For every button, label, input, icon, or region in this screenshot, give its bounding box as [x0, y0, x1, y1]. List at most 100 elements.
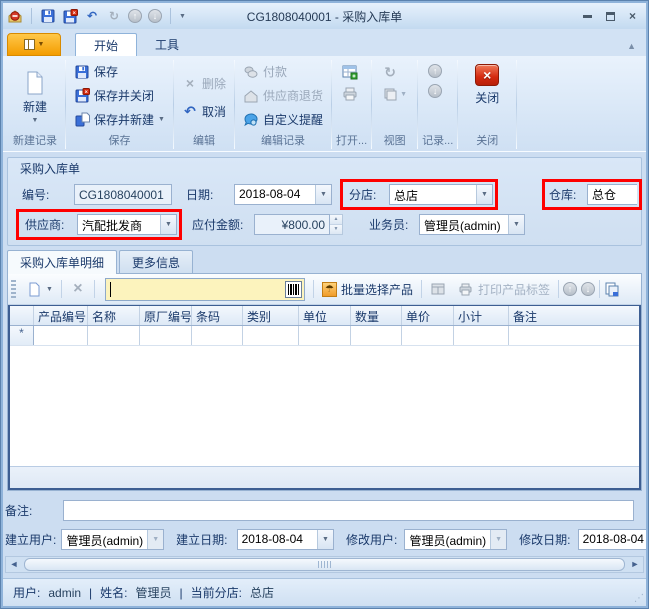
restore-button[interactable]	[606, 12, 615, 21]
grid-cell[interactable]	[192, 326, 243, 345]
column-header[interactable]: 产品编号	[34, 306, 88, 325]
chevron-down-icon[interactable]: ▼	[160, 215, 176, 234]
barcode-icon[interactable]	[285, 281, 302, 298]
collapse-ribbon-icon[interactable]: ▲	[627, 41, 636, 51]
column-header[interactable]: 原厂编号	[140, 306, 192, 325]
save-icon[interactable]	[40, 8, 56, 24]
warehouse-field[interactable]: 总仓	[587, 184, 637, 205]
branch-value: 总店	[390, 185, 476, 204]
chevron-down-icon[interactable]: ▼	[508, 215, 524, 234]
resize-grip[interactable]: ⋰	[634, 593, 643, 604]
grid-cell[interactable]	[88, 326, 140, 345]
move-up-icon: ↑	[563, 282, 577, 296]
tab-start[interactable]: 开始	[75, 33, 137, 56]
grid-cell[interactable]	[140, 326, 192, 345]
tab-more-info[interactable]: 更多信息	[119, 250, 193, 274]
save-icon	[74, 64, 90, 80]
chevron-down-icon[interactable]: ▼	[315, 185, 331, 204]
qat-customize-icon[interactable]: ▼	[179, 13, 186, 20]
ribbon: 新建 ▼ 新建记录 保存 ×	[3, 56, 646, 152]
save-and-new-button[interactable]: 保存并新建 ▼	[70, 108, 169, 131]
tab-tools[interactable]: 工具	[137, 33, 197, 56]
ribbon-group-edit: × 删除 ↶ 取消 编辑	[174, 58, 234, 151]
supplier-dropdown[interactable]: 汽配批发商 ▼	[77, 214, 177, 235]
grid-cell[interactable]	[454, 326, 509, 345]
application-menu-button[interactable]: ▼	[7, 33, 61, 56]
modified-by-value: 管理员(admin)	[405, 530, 490, 549]
grid-new-row[interactable]: *	[10, 326, 639, 346]
payment-label: 付款	[263, 63, 287, 80]
add-line-button[interactable]: ▼	[22, 277, 57, 301]
chevron-down-icon[interactable]: ▼	[476, 185, 492, 204]
grid-cell[interactable]	[243, 326, 299, 345]
grid-cell[interactable]	[402, 326, 454, 345]
column-header[interactable]: 数量	[351, 306, 402, 325]
undo-icon[interactable]: ↶	[84, 8, 100, 24]
tab-detail-lines[interactable]: 采购入库单明细	[7, 250, 117, 274]
window-controls: ×	[583, 10, 642, 22]
column-header[interactable]: 条码	[192, 306, 243, 325]
grid-cell[interactable]	[34, 326, 88, 345]
cancel-button[interactable]: ↶ 取消	[178, 100, 230, 123]
date-dropdown[interactable]: 2018-08-04 ▼	[234, 184, 332, 205]
grid-cell[interactable]	[299, 326, 351, 345]
open-table-icon[interactable]	[342, 64, 358, 80]
scroll-left-icon[interactable]: ◄	[6, 557, 22, 572]
grid-cell[interactable]	[509, 326, 639, 345]
detail-panel: ▼ × ☂ 批量选择产品	[7, 273, 642, 491]
created-date-label: 建立日期:	[176, 531, 236, 548]
group-label-open: 打开...	[336, 134, 367, 151]
custom-reminder-button[interactable]: 自定义提醒	[239, 108, 327, 131]
branch-dropdown[interactable]: 总店 ▼	[389, 184, 493, 205]
app-home-icon[interactable]	[7, 8, 23, 24]
modified-date-field[interactable]: 2018-08-04	[578, 529, 646, 550]
title-bar: CG1808040001 - 采购入库单 × ↶ ↻ ↑ ↓ ▼ ×	[3, 3, 646, 29]
purchase-order-groupbox: 采购入库单 编号: CG1808040001 日期: 2018-08-04 ▼ …	[7, 157, 642, 246]
spin-up-icon[interactable]: ▲	[330, 215, 342, 224]
scroll-right-icon[interactable]: ►	[627, 557, 643, 572]
close-button[interactable]: × 关闭	[462, 60, 512, 134]
payable-label: 应付金额:	[192, 216, 254, 233]
grid-cell[interactable]	[351, 326, 402, 345]
created-date-value: 2018-08-04	[238, 530, 317, 549]
new-button[interactable]: 新建 ▼	[9, 60, 61, 134]
amount-spinner[interactable]: ▲▼	[330, 214, 343, 235]
supplier-label: 供应商:	[21, 216, 77, 233]
thumb-grip	[318, 561, 332, 568]
column-header[interactable]: 备注	[509, 306, 639, 325]
created-date-dropdown[interactable]: 2018-08-04 ▼	[237, 529, 334, 550]
column-header[interactable]: 小计	[454, 306, 509, 325]
new-page-icon	[26, 281, 42, 297]
spin-down-icon[interactable]: ▼	[330, 224, 342, 234]
barcode-search-input[interactable]	[105, 278, 305, 301]
close-window-button[interactable]: ×	[629, 10, 636, 22]
group-label-record: 记录...	[422, 134, 453, 151]
column-header[interactable]: 单价	[402, 306, 454, 325]
delete-x-icon: ×	[182, 75, 198, 91]
column-header[interactable]: 名称	[88, 306, 140, 325]
close-x-icon: ×	[475, 64, 499, 86]
save-button[interactable]: 保存	[70, 60, 169, 83]
print-icon	[342, 86, 358, 102]
save-and-close-button[interactable]: × 保存并关闭	[70, 84, 169, 107]
save-close-icon[interactable]: ×	[62, 8, 78, 24]
order-no-field: CG1808040001	[74, 184, 172, 205]
minimize-button[interactable]	[583, 15, 592, 18]
column-header[interactable]: 单位	[299, 306, 351, 325]
batch-select-products-button[interactable]: ☂ 批量选择产品	[318, 277, 417, 301]
toolbar-grip	[11, 280, 16, 298]
ribbon-group-close: × 关闭 关闭	[458, 58, 516, 151]
delete-button: × 删除	[178, 72, 230, 95]
supplier-annotation-box: 供应商: 汽配批发商 ▼	[16, 209, 182, 240]
column-header[interactable]: 类别	[243, 306, 299, 325]
undo-icon: ↶	[182, 103, 198, 119]
chevron-down-icon: ▼	[400, 91, 407, 98]
salesman-dropdown[interactable]: 管理员(admin) ▼	[419, 214, 525, 235]
scrollbar-thumb[interactable]	[24, 558, 625, 571]
copy-icon[interactable]	[604, 281, 620, 297]
remark-field[interactable]	[63, 500, 634, 521]
chevron-down-icon[interactable]: ▼	[317, 530, 333, 549]
horizontal-scrollbar[interactable]: ◄ ►	[5, 556, 644, 573]
date-label: 日期:	[186, 186, 234, 203]
print-product-labels-button: 打印产品标签	[454, 277, 554, 301]
